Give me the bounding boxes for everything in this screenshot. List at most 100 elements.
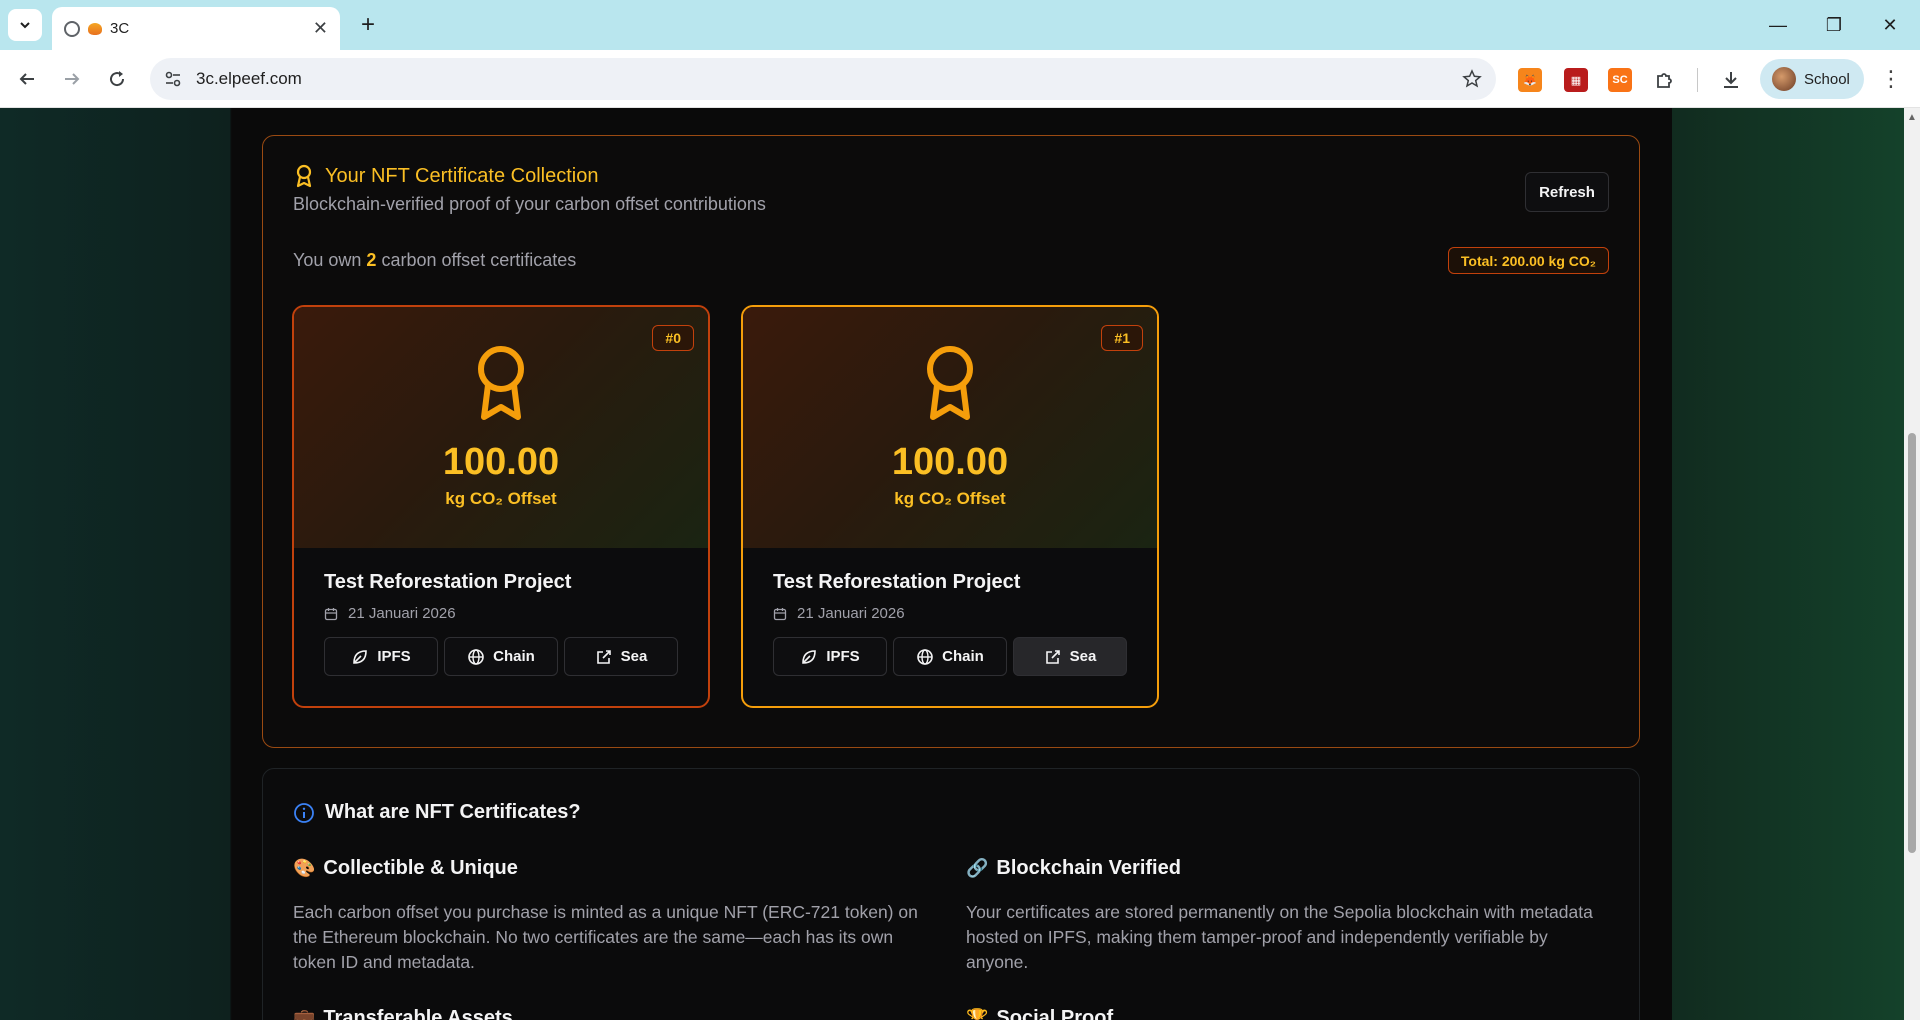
- opensea-button[interactable]: Sea: [1013, 637, 1127, 676]
- toolbar-divider: [1697, 68, 1698, 92]
- refresh-button[interactable]: Refresh: [1525, 172, 1609, 212]
- ipfs-label: IPFS: [377, 648, 411, 665]
- ownership-summary: You own 2 carbon offset certificates: [293, 250, 576, 271]
- feature-collectible: 🎨 Collectible & Unique Each carbon offset…: [293, 857, 933, 975]
- leaf-icon: [802, 649, 817, 664]
- external-link-icon: [596, 649, 611, 664]
- tab-strip: 3C ✕ + — ❐ ✕: [0, 0, 1920, 50]
- mint-date: 21 Januari 2026: [324, 605, 456, 622]
- back-button[interactable]: [9, 61, 45, 97]
- info-title: What are NFT Certificates?: [293, 801, 581, 824]
- download-icon[interactable]: [1719, 68, 1743, 92]
- arrow-left-icon: [19, 73, 34, 85]
- reload-button[interactable]: [99, 61, 135, 97]
- info-icon: [294, 802, 314, 823]
- link-icon: 🔗: [966, 858, 989, 878]
- leaf-icon: [353, 649, 368, 664]
- feature-heading: Blockchain Verified: [996, 857, 1181, 879]
- scrollbar-thumb[interactable]: [1908, 433, 1916, 853]
- feature-transferable: 💼 Transferable Assets: [293, 1007, 933, 1020]
- arrow-right-icon: [65, 73, 80, 85]
- browser-tab[interactable]: 3C ✕: [52, 7, 340, 50]
- feature-heading: Transferable Assets: [323, 1007, 513, 1020]
- calendar-icon: [773, 607, 787, 620]
- reload-icon: [110, 71, 125, 87]
- token-id-badge: #1: [1101, 325, 1143, 351]
- tab-search-button[interactable]: [8, 9, 42, 41]
- metamask-extension-icon[interactable]: 🦊: [1518, 68, 1542, 92]
- sc-extension-icon[interactable]: SC: [1608, 68, 1632, 92]
- card-hero: #0 100.00 kg CO₂ Offset: [294, 307, 708, 548]
- chain-button[interactable]: Chain: [893, 637, 1007, 676]
- info-title-text: What are NFT Certificates?: [325, 801, 581, 823]
- chevron-down-icon: [20, 22, 30, 29]
- award-icon: [478, 346, 524, 420]
- feature-verified: 🔗 Blockchain Verified Your certificates a…: [966, 857, 1606, 975]
- red-extension-icon[interactable]: ▦: [1564, 68, 1588, 92]
- chain-label: Chain: [942, 648, 984, 665]
- close-window-button[interactable]: ✕: [1862, 0, 1918, 50]
- project-name: Test Reforestation Project: [324, 571, 572, 593]
- tab-title: 3C: [110, 20, 130, 37]
- collection-subtitle: Blockchain-verified proof of your carbon…: [293, 194, 766, 214]
- scroll-up-icon[interactable]: ▲: [1907, 112, 1917, 123]
- certificate-card[interactable]: #0 100.00 kg CO₂ Offset Test Reforestati…: [292, 305, 710, 708]
- nft-info-panel: What are NFT Certificates? 🎨 Collectible …: [262, 768, 1640, 1020]
- browser-toolbar: 3c.elpeef.com 🦊 ▦ SC School ⋮: [0, 50, 1920, 108]
- card-actions: IPFS Chain Sea: [773, 637, 1127, 676]
- mint-date: 21 Januari 2026: [773, 605, 905, 622]
- external-link-icon: [1045, 649, 1060, 664]
- star-icon[interactable]: [1462, 69, 1482, 89]
- award-icon: [296, 164, 312, 188]
- site-settings-icon[interactable]: [164, 70, 182, 88]
- own-prefix: You own: [293, 250, 362, 270]
- ipfs-button[interactable]: IPFS: [324, 637, 438, 676]
- offset-amount: 100.00: [442, 441, 560, 483]
- profile-button[interactable]: School: [1760, 59, 1864, 99]
- globe-icon: [917, 648, 933, 665]
- certificate-card[interactable]: #1 100.00 kg CO₂ Offset Test Reforestati…: [741, 305, 1159, 708]
- browser-menu-icon[interactable]: ⋮: [1880, 68, 1902, 90]
- sea-label: Sea: [1069, 648, 1097, 665]
- offset-unit: kg CO₂ Offset: [445, 489, 557, 508]
- award-icon: [927, 346, 973, 420]
- ipfs-button[interactable]: IPFS: [773, 637, 887, 676]
- url-text: 3c.elpeef.com: [196, 69, 302, 88]
- page-viewport: Your NFT Certificate Collection Blockcha…: [0, 108, 1920, 1020]
- card-actions: IPFS Chain Sea: [324, 637, 678, 676]
- project-name: Test Reforestation Project: [773, 571, 1021, 593]
- token-id-badge: #0: [652, 325, 694, 351]
- globe-icon: [468, 648, 484, 665]
- offset-unit: kg CO₂ Offset: [894, 489, 1006, 508]
- chain-button[interactable]: Chain: [444, 637, 558, 676]
- feature-heading: Collectible & Unique: [323, 857, 518, 879]
- puzzle-extensions-icon[interactable]: [1653, 68, 1677, 92]
- site-favicon-icon: [88, 22, 102, 35]
- panel-title: Your NFT Certificate Collection: [293, 164, 598, 188]
- minimize-button[interactable]: —: [1750, 0, 1806, 50]
- feature-body: Your certificates are stored permanently…: [966, 902, 1593, 972]
- new-tab-button[interactable]: +: [352, 9, 384, 41]
- briefcase-icon: 💼: [293, 1008, 316, 1020]
- collection-title: Your NFT Certificate Collection: [325, 164, 599, 187]
- feature-heading: Social Proof: [996, 1007, 1114, 1020]
- globe-icon: [64, 20, 80, 37]
- nft-collection-panel: Your NFT Certificate Collection Blockcha…: [262, 135, 1640, 748]
- sea-label: Sea: [620, 648, 648, 665]
- page-scrollbar[interactable]: ▲: [1904, 108, 1920, 1020]
- palette-icon: 🎨: [293, 858, 316, 878]
- ipfs-label: IPFS: [826, 648, 860, 665]
- avatar: [1772, 67, 1796, 91]
- restore-button[interactable]: ❐: [1806, 0, 1862, 50]
- address-bar[interactable]: 3c.elpeef.com: [150, 58, 1496, 100]
- profile-label: School: [1804, 70, 1850, 88]
- close-tab-icon[interactable]: ✕: [313, 18, 328, 39]
- forward-button[interactable]: [54, 61, 90, 97]
- feature-social-proof: 🏆 Social Proof: [966, 1007, 1606, 1020]
- total-offset-badge: Total: 200.00 kg CO₂: [1447, 247, 1609, 274]
- date-text: 21 Januari 2026: [348, 605, 456, 622]
- opensea-button[interactable]: Sea: [564, 637, 678, 676]
- own-suffix: carbon offset certificates: [381, 250, 577, 270]
- feature-body: Each carbon offset you purchase is minte…: [293, 902, 918, 972]
- own-count: 2: [366, 250, 377, 270]
